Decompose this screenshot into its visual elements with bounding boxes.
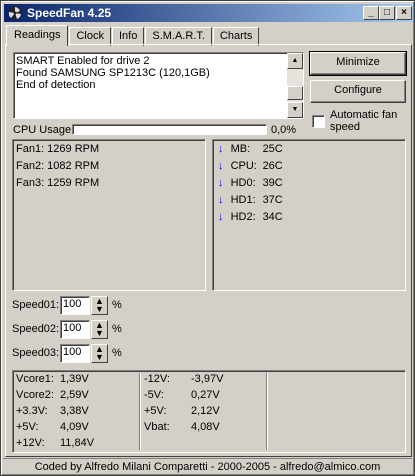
configure-button[interactable]: Configure bbox=[310, 80, 406, 103]
log-line: SMART Enabled for drive 2 bbox=[16, 55, 150, 67]
voltage-reading: +12V: 11,84V bbox=[16, 437, 95, 449]
tab-strip: Readings Clock Info S.M.A.R.T. Charts bbox=[6, 25, 260, 46]
speed02-unit: % bbox=[112, 323, 122, 335]
arrow-down-icon: ↓ bbox=[218, 211, 224, 223]
arrow-down-icon: ↓ bbox=[218, 143, 224, 155]
scroll-thumb[interactable] bbox=[287, 86, 303, 100]
temp-reading: ↓ HD1: 37C bbox=[218, 194, 283, 206]
fan-reading: Fan2: 1082 RPM bbox=[16, 160, 100, 172]
speed03-input[interactable]: 100 bbox=[60, 344, 90, 363]
voltage-reading: -12V: -3,97V bbox=[144, 373, 224, 385]
speed02-label: Speed02: bbox=[12, 323, 60, 335]
cpu-usage-bar bbox=[72, 124, 267, 135]
scroll-down-icon[interactable]: ▼ bbox=[287, 102, 303, 118]
fan-reading: Fan3: 1259 RPM bbox=[16, 177, 100, 189]
minimize-window-button[interactable]: _ bbox=[363, 6, 379, 20]
scroll-up-icon[interactable]: ▲ bbox=[287, 53, 303, 69]
close-window-button[interactable]: × bbox=[396, 6, 412, 20]
arrow-down-icon: ↓ bbox=[218, 177, 224, 189]
temp-reading: ↓ HD2: 34C bbox=[218, 211, 283, 223]
speedfan-window: SpeedFan 4.25 _ □ × Readings Clock Info … bbox=[0, 0, 415, 476]
voltage-reading: -5V: 0,27V bbox=[144, 389, 220, 401]
log-box[interactable]: SMART Enabled for drive 2 Found SAMSUNG … bbox=[13, 52, 304, 119]
voltage-reading: Vcore2: 2,59V bbox=[16, 389, 89, 401]
cpu-usage-label: CPU Usage bbox=[13, 124, 72, 136]
spin-down-icon: ▼ bbox=[95, 328, 104, 338]
temp-reading: ↓ CPU: 26C bbox=[218, 160, 283, 172]
automatic-fan-speed-checkbox[interactable] bbox=[312, 115, 325, 128]
temps-box: ↓ MB: 25C ↓ CPU: 26C ↓ HD0: 39C ↓ HD1: 37C ↓… bbox=[212, 139, 406, 291]
voltage-reading: +5V: 4,09V bbox=[16, 421, 89, 433]
log-line: End of detection bbox=[16, 79, 96, 91]
speed01-spinner[interactable]: ▲ ▼ bbox=[91, 296, 108, 315]
spin-down-icon: ▼ bbox=[95, 352, 104, 362]
speed01-input[interactable]: 100 bbox=[60, 296, 90, 315]
voltage-reading: Vbat: 4,08V bbox=[144, 421, 220, 433]
log-line: Found SAMSUNG SP1213C (120,1GB) bbox=[16, 67, 210, 79]
fan-icon bbox=[8, 6, 22, 20]
arrow-down-icon: ↓ bbox=[218, 194, 224, 206]
fan-reading: Fan1: 1269 RPM bbox=[16, 143, 100, 155]
spin-down-icon: ▼ bbox=[95, 304, 104, 314]
speed02-spinner[interactable]: ▲ ▼ bbox=[91, 320, 108, 339]
log-scrollbar[interactable]: ▲ ▼ bbox=[287, 53, 303, 118]
minimize-button[interactable]: Minimize bbox=[309, 51, 407, 76]
voltage-reading: +3.3V: 3,38V bbox=[16, 405, 89, 417]
voltage-divider bbox=[266, 373, 268, 450]
speed01-label: Speed01: bbox=[12, 299, 60, 311]
speed03-spinner[interactable]: ▲ ▼ bbox=[91, 344, 108, 363]
maximize-window-button[interactable]: □ bbox=[379, 6, 395, 20]
temp-reading: ↓ HD0: 39C bbox=[218, 177, 283, 189]
voltages-box: Vcore1: 1,39V Vcore2: 2,59V +3.3V: 3,38V +5… bbox=[12, 370, 406, 453]
window-title: SpeedFan 4.25 bbox=[27, 6, 112, 20]
cpu-usage-value: 0,0% bbox=[271, 124, 297, 136]
status-bar: Coded by Alfredo Milani Comparetti - 200… bbox=[3, 458, 412, 475]
speed02-input[interactable]: 100 bbox=[60, 320, 90, 339]
voltage-reading: +5V: 2,12V bbox=[144, 405, 220, 417]
voltage-divider bbox=[139, 373, 141, 450]
title-bar[interactable]: SpeedFan 4.25 _ □ × bbox=[4, 4, 413, 22]
speed01-unit: % bbox=[112, 299, 122, 311]
speed03-unit: % bbox=[112, 347, 122, 359]
tab-readings[interactable]: Readings bbox=[6, 25, 69, 46]
fans-box: Fan1: 1269 RPM Fan2: 1082 RPM Fan3: 1259… bbox=[12, 139, 206, 291]
arrow-down-icon: ↓ bbox=[218, 160, 224, 172]
temp-reading: ↓ MB: 25C bbox=[218, 143, 283, 155]
voltage-reading: Vcore1: 1,39V bbox=[16, 373, 89, 385]
speed03-label: Speed03: bbox=[12, 347, 60, 359]
automatic-fan-speed-label: Automatic fan speed bbox=[330, 109, 398, 133]
